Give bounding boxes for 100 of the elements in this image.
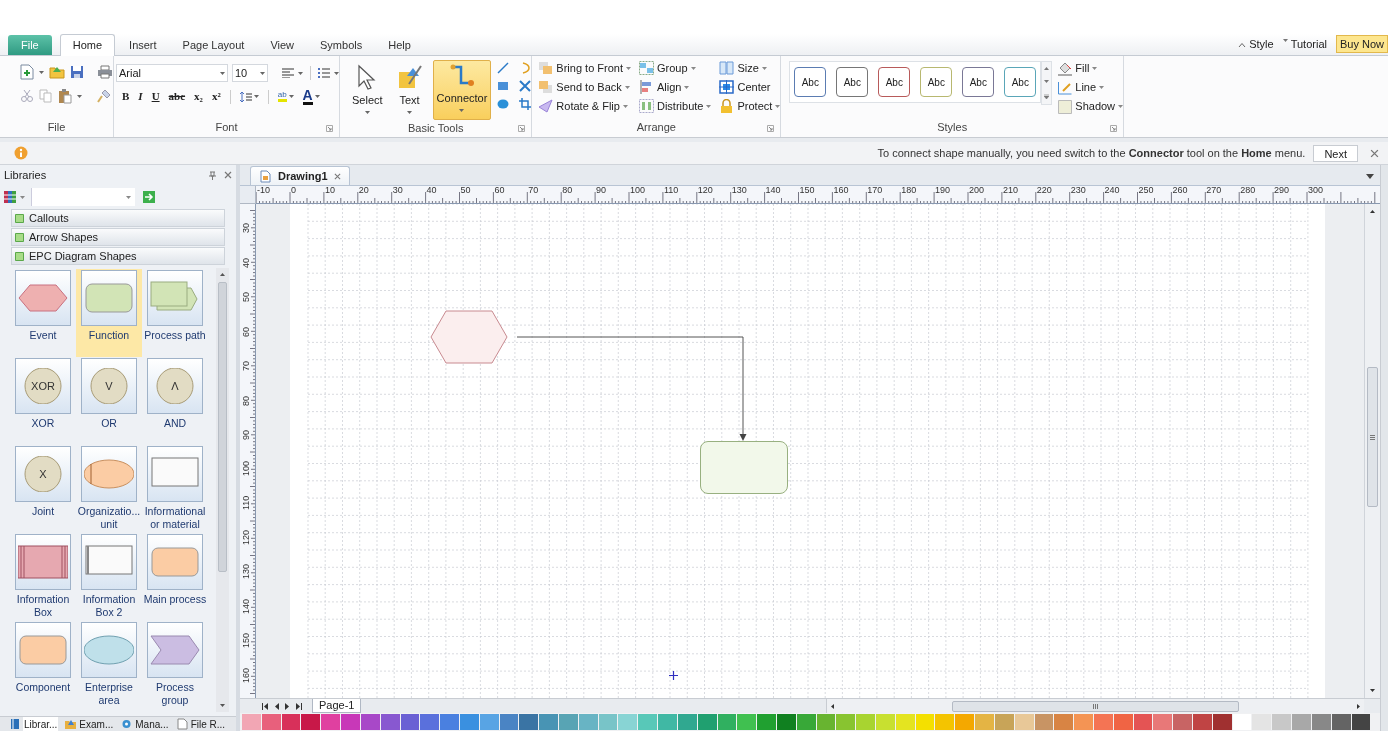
- style-preset[interactable]: Abc: [794, 67, 827, 97]
- tab-menu-icon[interactable]: [1366, 174, 1374, 179]
- arrange-command[interactable]: Distribute: [657, 97, 704, 115]
- color-swatch[interactable]: [1113, 714, 1133, 730]
- color-swatch[interactable]: [598, 714, 618, 730]
- color-swatch[interactable]: [975, 714, 994, 730]
- color-swatch[interactable]: [677, 714, 697, 730]
- shape-tile[interactable]: X: [15, 446, 71, 502]
- rounded-rectangle-shape[interactable]: [700, 441, 788, 494]
- color-swatch[interactable]: [578, 714, 598, 730]
- shape-tile[interactable]: [81, 270, 137, 326]
- folder-icon[interactable]: [49, 65, 65, 79]
- color-swatch[interactable]: [519, 714, 539, 730]
- pencil-icon[interactable]: [1058, 80, 1073, 95]
- gear-icon[interactable]: [121, 718, 133, 730]
- color-swatch[interactable]: [776, 714, 796, 730]
- style-preset[interactable]: Abc: [1004, 67, 1037, 97]
- next-page-icon[interactable]: [285, 702, 290, 710]
- style-option[interactable]: Fill: [1075, 60, 1090, 77]
- color-swatch[interactable]: [459, 714, 479, 730]
- triangle-icon[interactable]: [538, 99, 554, 113]
- color-swatch[interactable]: [935, 714, 955, 730]
- color-swatch[interactable]: [796, 714, 816, 730]
- library-grid-icon[interactable]: [4, 191, 16, 203]
- color-swatch[interactable]: [242, 714, 261, 730]
- style-preset[interactable]: Abc: [962, 67, 995, 97]
- arrange-command[interactable]: Bring to Front: [556, 59, 623, 77]
- style-preset[interactable]: Abc: [836, 67, 869, 97]
- close-icon[interactable]: [224, 171, 232, 179]
- shape-tile[interactable]: [147, 446, 203, 502]
- copy-icon[interactable]: [39, 89, 53, 103]
- font-name-field[interactable]: Arial: [116, 64, 228, 82]
- chevron-up-icon[interactable]: [1238, 42, 1247, 48]
- color-swatch[interactable]: [281, 714, 301, 730]
- arrange-command[interactable]: Align: [657, 78, 682, 96]
- ribbon-tab[interactable]: Home: [59, 34, 116, 56]
- scroll-up-icon[interactable]: [1370, 210, 1375, 213]
- ellipse-icon[interactable]: [497, 98, 510, 110]
- document-icon[interactable]: [176, 718, 188, 730]
- font-color-button[interactable]: A: [302, 88, 313, 105]
- layers-icon[interactable]: [538, 61, 554, 75]
- crop-icon[interactable]: [519, 98, 532, 110]
- dialog-launcher-icon[interactable]: [326, 125, 333, 132]
- header-link[interactable]: Tutorial: [1287, 35, 1330, 53]
- arrange-command[interactable]: Center: [737, 78, 771, 96]
- color-swatch[interactable]: [341, 714, 360, 730]
- dialog-launcher-icon[interactable]: [518, 125, 526, 132]
- paint-bucket-icon[interactable]: [1058, 61, 1073, 76]
- color-swatch[interactable]: [697, 714, 717, 730]
- color-swatch[interactable]: [717, 714, 737, 730]
- bullet-list-icon[interactable]: [318, 68, 330, 78]
- shape-tile[interactable]: [81, 622, 137, 678]
- close-icon[interactable]: [333, 172, 341, 180]
- shape-tile[interactable]: [147, 622, 203, 678]
- arrange-command[interactable]: Size: [737, 59, 759, 77]
- color-swatch[interactable]: [1034, 714, 1054, 730]
- color-swatch[interactable]: [539, 714, 558, 730]
- layers-icon[interactable]: [538, 80, 554, 94]
- color-swatch[interactable]: [321, 714, 341, 730]
- document-tab[interactable]: Drawing1: [250, 166, 350, 185]
- search-field[interactable]: [31, 188, 135, 206]
- color-swatch[interactable]: [1351, 714, 1371, 730]
- color-swatch[interactable]: [1054, 714, 1074, 730]
- line-spacing-icon[interactable]: [239, 90, 252, 103]
- color-swatch[interactable]: [876, 714, 895, 730]
- ribbon-tab[interactable]: Page Layout: [170, 35, 257, 55]
- tool-button[interactable]: Text: [392, 60, 427, 120]
- shadow-icon[interactable]: [1058, 99, 1073, 114]
- shape-tile[interactable]: [147, 534, 203, 590]
- arrange-command[interactable]: Rotate & Flip: [556, 97, 620, 115]
- panel-tab[interactable]: Exam...: [78, 716, 115, 731]
- color-swatch[interactable]: [915, 714, 935, 730]
- arrange-command[interactable]: Send to Back: [556, 78, 622, 96]
- style-option[interactable]: Shadow: [1075, 98, 1116, 115]
- color-swatch[interactable]: [400, 714, 420, 730]
- panel-tab[interactable]: Librar...: [23, 716, 59, 731]
- color-swatch[interactable]: [360, 714, 380, 730]
- color-swatch[interactable]: [1074, 714, 1093, 730]
- align-icon[interactable]: [639, 80, 654, 94]
- scroll-right-icon[interactable]: [1357, 703, 1360, 709]
- color-swatch[interactable]: [1272, 714, 1292, 730]
- scroll-down-icon[interactable]: [220, 704, 225, 707]
- dialog-launcher-icon[interactable]: [767, 125, 775, 132]
- go-arrow-icon[interactable]: [143, 191, 155, 203]
- connector-icon[interactable]: [448, 64, 475, 88]
- color-swatch[interactable]: [658, 714, 677, 730]
- header-link[interactable]: Style: [1246, 35, 1277, 53]
- color-swatch[interactable]: [1153, 714, 1173, 730]
- horizontal-scrollbar[interactable]: [826, 698, 1364, 714]
- lock-icon[interactable]: [719, 99, 735, 113]
- distribute-icon[interactable]: [639, 99, 654, 113]
- close-icon[interactable]: [1370, 148, 1379, 158]
- style-option[interactable]: Line: [1075, 79, 1097, 96]
- text-tool-icon[interactable]: [396, 64, 423, 90]
- arrange-command[interactable]: Protect: [737, 97, 773, 115]
- dialog-launcher-icon[interactable]: [1110, 125, 1118, 132]
- category-header[interactable]: Callouts: [11, 209, 225, 227]
- folder-icon[interactable]: [65, 718, 77, 730]
- ribbon-tab[interactable]: Help: [376, 35, 423, 55]
- scroll-down-icon[interactable]: [1370, 689, 1375, 692]
